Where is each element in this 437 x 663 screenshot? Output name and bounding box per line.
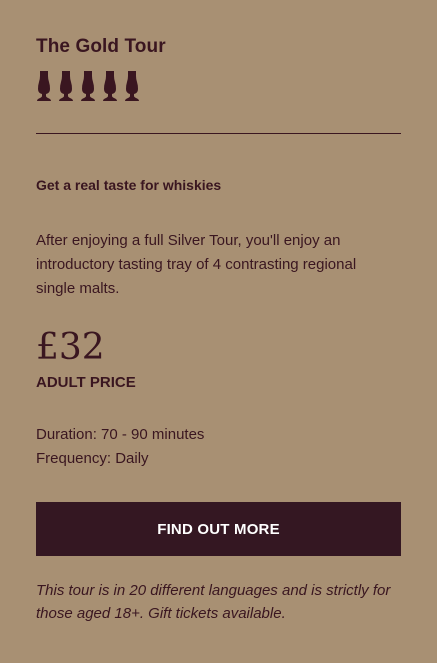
frequency-text: Frequency: Daily <box>36 450 149 467</box>
tour-subtitle: Get a real taste for whiskies <box>36 177 222 193</box>
rating-glasses <box>36 70 140 102</box>
duration-text: Duration: 70 - 90 minutes <box>36 426 205 443</box>
tour-description: After enjoying a full Silver Tour, you'l… <box>36 232 357 297</box>
tour-card: The Gold Tour Get a real taste for whisk… <box>0 0 437 663</box>
tour-title: The Gold Tour <box>36 36 166 57</box>
whisky-glass-icon <box>37 71 51 101</box>
whisky-glass-icon <box>125 71 139 101</box>
whisky-glass-icon <box>103 71 117 101</box>
whisky-glass-icon <box>81 71 95 101</box>
price-label: ADULT PRICE <box>36 374 136 391</box>
tour-note: This tour is in 20 different languages a… <box>36 582 391 622</box>
whisky-glass-icon <box>59 71 73 101</box>
find-out-more-button[interactable]: FIND OUT MORE <box>36 502 401 556</box>
price: £32 <box>36 327 105 368</box>
divider <box>36 133 401 134</box>
tour-details: Duration: 70 - 90 minutes Frequency: Dai… <box>36 423 204 471</box>
